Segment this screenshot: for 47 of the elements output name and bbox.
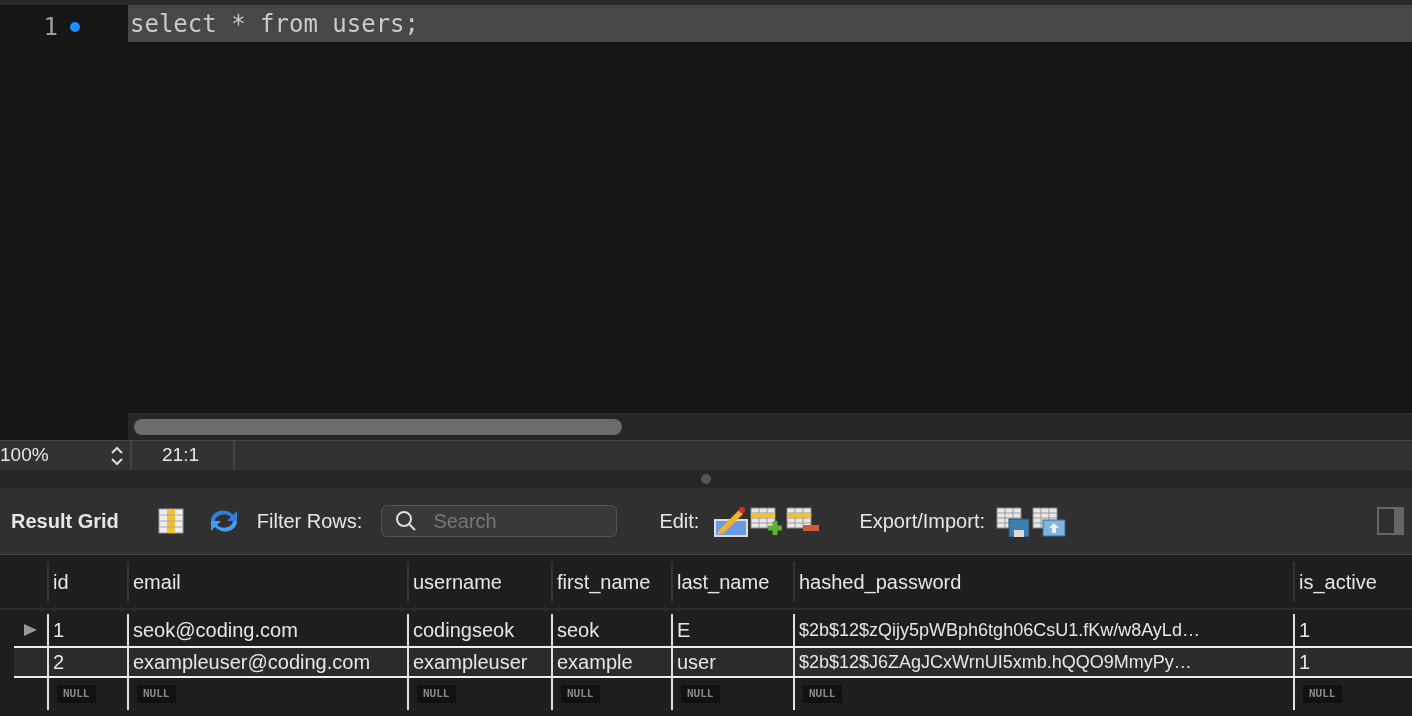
table-cell-text: example xyxy=(557,650,633,675)
table-cell-text: exampleuser xyxy=(413,650,528,675)
edit-label: Edit: xyxy=(659,509,700,534)
scrollbar-thumb[interactable] xyxy=(134,419,622,435)
search-icon xyxy=(395,510,418,532)
current-row-arrow-icon xyxy=(22,622,38,638)
null-badge: NULL xyxy=(803,684,842,704)
table-cell-text: exampleuser@coding.com xyxy=(133,650,371,675)
table-cell-text: codingseok xyxy=(413,618,515,643)
null-badge: NULL xyxy=(137,684,176,704)
search-field[interactable]: Search xyxy=(381,505,618,537)
line-number: 1 xyxy=(42,12,58,43)
column-header[interactable]: id xyxy=(47,561,127,602)
table-cell-text: 1 xyxy=(1299,618,1311,643)
table-cell-text: user xyxy=(677,650,716,675)
column-header[interactable]: username xyxy=(407,561,551,602)
column-header[interactable]: is_active xyxy=(1293,561,1398,602)
table-row[interactable]: 2 exampleuser@coding.com exampleuser example user $2b$12$J6ZAgJCxWrnUI5xmb.hQQO9MmyPy… 1 xyxy=(14,646,1412,678)
stepper-icon xyxy=(110,444,124,467)
upload-folder-icon[interactable] xyxy=(1031,505,1067,537)
table-cell-text: seok xyxy=(557,618,600,643)
splitter-handle[interactable] xyxy=(701,474,711,484)
table-cell-text: 1 xyxy=(53,618,65,643)
filter-rows-label: Filter Rows: xyxy=(256,509,363,534)
null-badge: NULL xyxy=(1303,684,1342,704)
export-import-label: Export/Import: xyxy=(859,509,985,534)
edit-pencil-icon[interactable] xyxy=(713,504,750,538)
table-cell-text: seok@coding.com xyxy=(133,618,298,643)
column-header[interactable]: last_name xyxy=(671,561,793,602)
null-badge: NULL xyxy=(681,684,720,704)
null-badge: NULL xyxy=(57,684,96,704)
horizontal-scrollbar[interactable] xyxy=(128,413,1412,440)
null-badge: NULL xyxy=(417,684,456,704)
save-grid-icon[interactable] xyxy=(995,505,1031,537)
column-header[interactable]: hashed_password xyxy=(793,561,1293,602)
table-cell-text: $2b$12$zQijy5pWBph6tgh06CsU1.fKw/w8AyLd… xyxy=(799,618,1200,642)
table-cell-text: $2b$12$J6ZAgJCxWrnUI5xmb.hQQO9MmyPy… xyxy=(799,650,1192,674)
column-header[interactable]: email xyxy=(127,561,407,602)
table-cell-text: 2 xyxy=(53,650,65,675)
table-cell-text: E xyxy=(677,618,691,643)
null-badge: NULL xyxy=(561,684,600,704)
table-cell-text: 1 xyxy=(1299,650,1311,675)
table-row[interactable]: NULL NULL NULL NULL NULL NULL NULL xyxy=(0,678,1412,710)
columns-icon[interactable] xyxy=(156,507,185,535)
panel-toggle-icon[interactable] xyxy=(1377,507,1404,535)
column-header[interactable]: first_name xyxy=(551,561,671,602)
result-grid-title: Result Grid xyxy=(11,509,119,534)
